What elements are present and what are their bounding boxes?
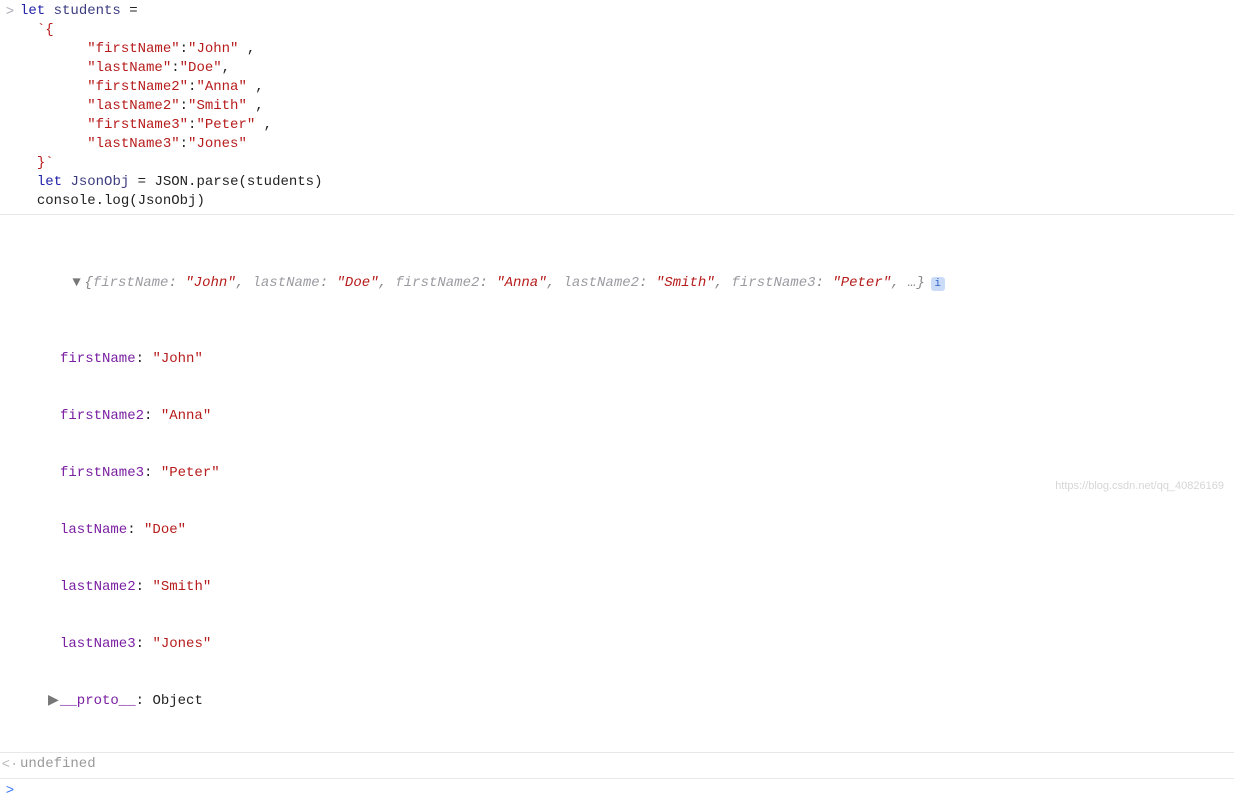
result-value: undefined <box>20 755 1234 774</box>
object-summary[interactable]: {firstName: "John", lastName: "Doe", fir… <box>84 275 924 291</box>
keyword-let: let <box>37 174 62 190</box>
proto-property[interactable]: ▶__proto__: Object <box>20 692 1226 711</box>
equals: = <box>121 3 138 19</box>
console-input-code[interactable]: let students = `{ "firstName":"John" , "… <box>20 2 1234 211</box>
object-property[interactable]: firstName: "John" <box>20 350 1226 369</box>
json-key: "lastName2" <box>87 98 179 114</box>
console-result-row: <· undefined <box>0 753 1234 779</box>
json-val: "Doe" <box>180 60 222 76</box>
object-property[interactable]: firstName2: "Anna" <box>20 407 1226 426</box>
console-log-call: console.log(JsonObj) <box>37 193 205 209</box>
input-prompt-icon: > <box>0 2 20 22</box>
json-key: "firstName2" <box>87 79 188 95</box>
expand-toggle-icon[interactable]: ▼ <box>72 274 84 293</box>
keyword-let: let <box>20 3 45 19</box>
result-icon: <· <box>0 755 20 775</box>
json-parse-call: = JSON.parse(students) <box>129 174 322 190</box>
var-jsonobj: JsonObj <box>70 174 129 190</box>
var-students: students <box>54 3 121 19</box>
object-property[interactable]: lastName: "Doe" <box>20 521 1226 540</box>
json-key: "lastName" <box>87 60 171 76</box>
console-log-output-row: ▼{firstName: "John", lastName: "Doe", fi… <box>0 215 1234 753</box>
backtick-open: `{ <box>37 22 54 38</box>
prompt-icon: > <box>0 781 20 801</box>
object-property[interactable]: lastName2: "Smith" <box>20 578 1226 597</box>
object-property[interactable]: lastName3: "Jones" <box>20 635 1226 654</box>
console-input-row: > let students = `{ "firstName":"John" ,… <box>0 0 1234 215</box>
collapse-toggle-icon[interactable]: ▶ <box>48 692 60 711</box>
watermark-text: https://blog.csdn.net/qq_40826169 <box>1055 477 1224 496</box>
console-next-prompt-row[interactable]: > <box>0 779 1234 804</box>
output-gutter <box>0 217 20 218</box>
backtick-close: }` <box>37 155 54 171</box>
json-val: "Smith" <box>188 98 247 114</box>
json-val: "John" <box>188 41 238 57</box>
logged-object[interactable]: ▼{firstName: "John", lastName: "Doe", fi… <box>20 217 1234 749</box>
json-key: "firstName3" <box>87 117 188 133</box>
json-val: "Anna" <box>196 79 246 95</box>
object-property[interactable]: firstName3: "Peter" <box>20 464 1226 483</box>
info-icon[interactable]: i <box>931 277 945 291</box>
json-val: "Jones" <box>188 136 247 152</box>
json-key: "lastName3" <box>87 136 179 152</box>
json-key: "firstName" <box>87 41 179 57</box>
json-val: "Peter" <box>196 117 255 133</box>
